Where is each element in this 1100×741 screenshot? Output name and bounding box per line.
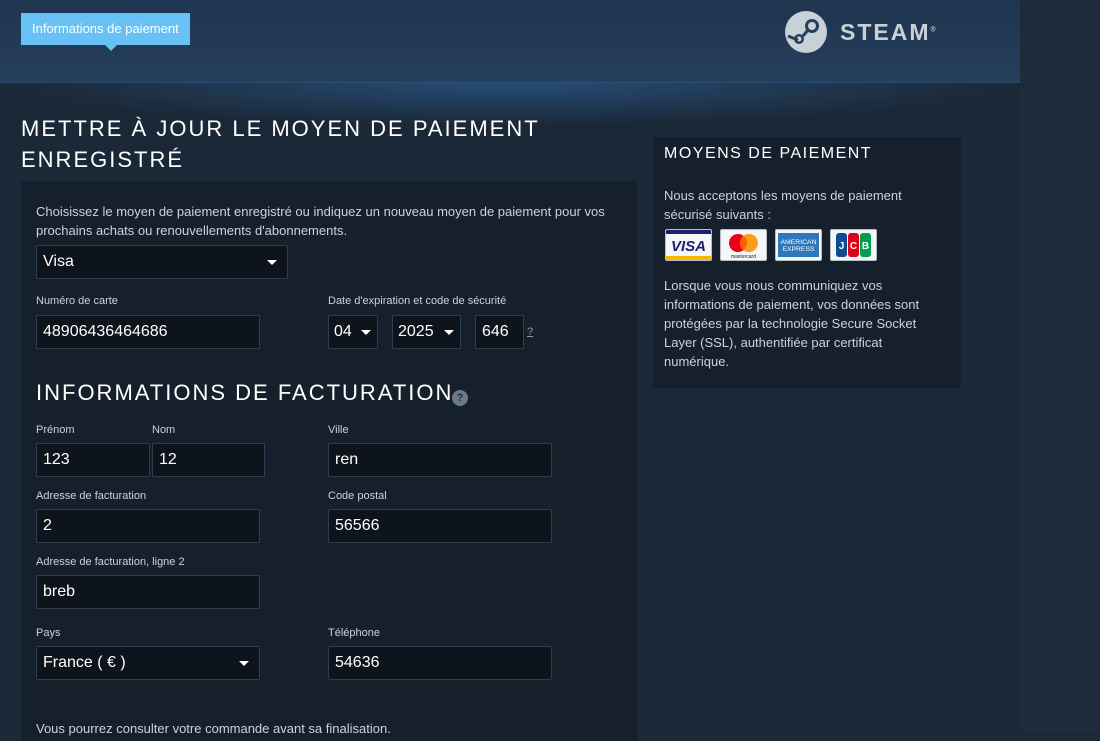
form-intro: Choisissez le moyen de paiement enregist… [36,204,605,238]
expiry-year-value: 2025 [398,323,434,340]
chevron-down-icon [361,330,371,335]
address2-input[interactable]: breb [36,575,260,609]
jcb-icon: J C B [830,229,877,261]
expiry-month-select[interactable]: 04 [328,315,378,349]
svg-text:AMERICAN: AMERICAN [781,240,817,246]
review-note: Vous pourrez consulter votre commande av… [36,721,391,736]
visa-icon: VISA [665,229,712,261]
billing-section-title: INFORMATIONS DE FACTURATION [36,380,454,405]
payment-methods-title: MOYENS DE PAIEMENT [664,145,873,162]
tab-payment-info[interactable]: Informations de paiement [21,13,190,51]
svg-text:EXPRESS: EXPRESS [783,247,815,253]
card-number-label: Numéro de carte [36,295,118,307]
expiry-year-select[interactable]: 2025 [392,315,461,349]
city-label: Ville [328,424,349,436]
help-icon[interactable]: ? [452,390,468,406]
mastercard-logo-text: mastercard [731,254,756,260]
address-input[interactable]: 2 [36,509,260,543]
card-number-input[interactable]: 48906436464686 [36,315,260,349]
steam-logo[interactable]: STEAM® [784,9,936,55]
page-title-line1: METTRE À JOUR LE MOYEN DE PAIEMENT [21,116,540,141]
payment-method-value: Visa [43,253,74,270]
page-title-line2: ENREGISTRÉ [21,147,185,172]
postal-code-label: Code postal [328,490,387,502]
page-edge [1020,0,1100,732]
expiry-label: Date d'expiration et code de sécurité [328,295,507,307]
first-name-input[interactable]: 123 [36,443,150,477]
phone-input[interactable]: 54636 [328,646,552,680]
last-name-label: Nom [152,424,176,436]
expiry-month-value: 04 [334,323,352,340]
steam-icon [785,11,827,53]
svg-text:C: C [850,241,857,252]
first-name-label: Prénom [36,424,75,436]
address2-label: Adresse de facturation, ligne 2 [36,556,185,568]
svg-text:J: J [839,241,845,252]
chevron-down-icon [444,330,454,335]
svg-text:B: B [862,241,869,252]
chevron-down-icon [267,260,277,265]
payment-method-select[interactable]: Visa [36,245,288,279]
accepted-methods-text: Nous acceptons les moyens de paiement sé… [664,188,902,222]
address-label: Adresse de facturation [36,490,147,502]
phone-label: Téléphone [328,627,380,639]
chevron-down-icon [239,661,249,666]
cvv-input[interactable]: 646 [475,315,524,349]
amex-icon: AMERICAN EXPRESS [775,229,822,261]
steam-wordmark: STEAM® [840,18,936,45]
country-label: Pays [36,627,61,639]
country-select[interactable]: France ( € ) [36,646,260,680]
postal-code-input[interactable]: 56566 [328,509,552,543]
ssl-info-text: Lorsque vous nous communiquez vos inform… [664,278,920,369]
cvv-help-link[interactable]: ? [527,326,533,338]
last-name-input[interactable]: 12 [152,443,265,477]
mastercard-icon: mastercard [720,229,767,261]
page-title: METTRE À JOUR LE MOYEN DE PAIEMENT ENREG… [21,113,581,175]
visa-logo-text: VISA [671,238,706,255]
country-value: France ( € ) [43,654,126,671]
city-input[interactable]: ren [328,443,552,477]
